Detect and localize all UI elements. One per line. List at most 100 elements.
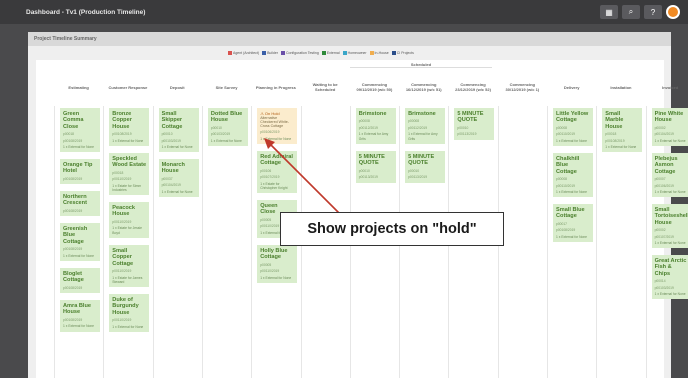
card-meta: 1 x External for None (63, 253, 94, 258)
column-header: Site Survey (215, 84, 238, 90)
project-card[interactable]: Plebejus Asmon Cottage p00007 p00106/2019 1… (651, 153, 688, 198)
card-meta: p00002 (654, 125, 666, 130)
card-meta: p00110/2019 (112, 318, 132, 323)
project-card[interactable]: Little Yellow Cottage p00008 p00110/2019 1 … (553, 108, 593, 146)
card-title: Northern Crescent (63, 194, 87, 207)
column-lane: Small Skipper Cottage p00010 p00103/2019 1 … (152, 106, 202, 378)
project-card[interactable]: Small Tortoiseshell House p00002 p00107/20… (651, 204, 688, 249)
card-title: Greenish Blue Cottage (63, 226, 88, 245)
card-meta: 1 x External for None (556, 234, 587, 239)
table-icon[interactable]: ▦ (600, 5, 618, 19)
project-card[interactable]: Orange Tip Hotel p00108/2019 (60, 159, 100, 185)
column-header: Commencing 09/12/2019 (w/c 50) (356, 82, 393, 92)
project-card[interactable]: Chalkhill Blue Cottage p00008 p00110/2019 1… (553, 153, 593, 198)
column-lane: Little Yellow Cottage p00008 p00110/2019 1 … (547, 106, 596, 378)
card-meta: p00110/2019 (556, 183, 576, 188)
project-card[interactable]: Peacock House p00110/2019 1 x Estate for J… (109, 202, 150, 238)
card-meta: p00112/2019 (408, 125, 428, 130)
column-header: Delivery (563, 84, 580, 90)
card-meta: p00017 (556, 221, 568, 226)
card-meta: p00106/2019 (260, 130, 280, 135)
column-header: Waiting to be Scheduled (312, 82, 338, 92)
search-icon[interactable]: ⌕ (622, 5, 640, 19)
card-meta: p00108/2019 (63, 208, 83, 213)
help-icon[interactable]: ? (644, 5, 662, 19)
card-title: Brimstone (358, 111, 387, 117)
card-meta: 1 x External for None (654, 241, 686, 246)
card-meta: 1 x External for None (556, 190, 587, 195)
column-lane: Bronze Copper House p00108/2019 1 x Extern… (103, 106, 152, 378)
project-card[interactable]: Small Marble House p00018 p00108/2019 1 x E… (602, 108, 643, 153)
card-meta: 1 x External for None (63, 145, 94, 150)
card-meta: p00014 (654, 279, 666, 284)
column-header: Installation (610, 84, 632, 90)
legend-label: External (326, 51, 340, 55)
card-meta: 1 x External for None (556, 138, 587, 143)
card-title: Pine White House (654, 111, 684, 124)
project-card[interactable]: Monarch House p00037 p00104/2019 1 x Extern… (158, 159, 199, 197)
card-meta: p00108/2019 (63, 247, 83, 252)
card-meta: p00113/2019 (457, 132, 477, 137)
project-card[interactable]: Holly Blue Cottage p00005 p00110/2019 1 x E… (257, 245, 298, 283)
card-title: Holly Blue Cottage (260, 248, 288, 261)
card-meta: p00110/2019 (556, 132, 576, 137)
legend-item: CI Projects (391, 51, 414, 56)
project-card[interactable]: Dotted Blue House p00010 p00103/2019 1 x Ex… (207, 108, 248, 146)
card-meta: p00113/2019 (358, 175, 378, 180)
card-meta: p00108/2019 (556, 228, 576, 233)
project-card[interactable]: Brimstone p00008 p00112/2019 1 x External f… (355, 108, 396, 144)
card-meta: p00108/2019 (605, 138, 625, 143)
project-card[interactable]: 5 MINUTE QUOTE p00010 p00113/2019 (355, 151, 396, 183)
card-title: Green Comma Close (63, 111, 84, 130)
project-card[interactable]: Speckled Wood Estate p00018 p00110/2019 1 x… (109, 153, 150, 196)
card-title: Orange Tip Hotel (63, 162, 93, 175)
project-card[interactable]: Duke of Burgundy House p00110/2019 1 x Ext… (109, 294, 150, 332)
project-card[interactable]: Small Skipper Cottage p00010 p00103/2019 1 … (158, 108, 199, 153)
project-card[interactable]: Northern Crescent p00108/2019 (60, 191, 100, 217)
app-topbar: Dashboard - Tv1 (Production Timeline) ▦ … (0, 0, 688, 24)
card-meta: 1 x External for None (63, 324, 94, 329)
card-meta: p00037 (161, 176, 173, 181)
project-card[interactable]: 5 MINUTE QUOTE p00010 p00113/2019 (405, 151, 446, 183)
card-meta: p00112/2019 (358, 125, 378, 130)
card-meta: p00007 (654, 177, 666, 182)
project-card[interactable]: Greenish Blue Cottage p00108/2019 1 x Exte… (60, 223, 100, 261)
card-meta: p00110/2019 (112, 177, 132, 182)
project-card[interactable]: Bloglet Cottage p00108/2019 (60, 268, 100, 294)
legend-item: Agent (Architect) (228, 51, 260, 56)
card-meta: 1 x External for None (654, 138, 686, 143)
legend-label: Agent (Architect) (233, 51, 260, 55)
card-meta: p00110/2019 (260, 269, 280, 274)
project-card[interactable]: Small Blue Cottage p00017 p00108/2019 1 x E… (553, 204, 593, 242)
project-card[interactable]: Brimstone p00008 p00112/2019 1 x External f… (405, 108, 446, 144)
card-meta: 1 x External for Amy Grits (408, 132, 438, 141)
card-meta: p00108/2019 (63, 138, 83, 143)
legend-label: Builder (267, 51, 278, 55)
card-title: Peacock House (112, 205, 135, 218)
card-title: Little Yellow Cottage (556, 111, 589, 124)
card-meta: p00104/2019 (654, 132, 674, 137)
card-meta: p00107/2019 (654, 234, 674, 239)
card-title: Small Tortoiseshell House (654, 207, 688, 226)
project-card[interactable]: Red Admiral Cottage p00106 p00107/2019 1 x … (257, 151, 298, 194)
card-meta: p00018 (112, 170, 124, 175)
card-meta: p00113/2019 (408, 175, 428, 180)
project-card[interactable]: Amra Blue House p00108/2019 1 x External f… (60, 300, 100, 332)
card-meta: p00018 (63, 132, 75, 137)
legend-swatch (342, 51, 347, 56)
project-card[interactable]: Pine White House p00002 p00104/2019 1 x Ext… (651, 108, 688, 146)
card-meta: 1 x External for None (260, 275, 292, 280)
card-title: Bronze Copper House (112, 111, 132, 130)
card-title: Bloglet Cottage (63, 271, 84, 284)
project-card[interactable]: Small Copper Cottage p00110/2019 1 x Estat… (109, 245, 150, 288)
project-card[interactable]: Bronze Copper House p00108/2019 1 x Extern… (109, 108, 150, 146)
user-avatar-icon[interactable] (666, 5, 680, 19)
project-card[interactable]: Great Arctic Fish & Chips p00014 p00103/20… (651, 255, 688, 300)
project-card[interactable]: 5 MINUTE QUOTE p00010 p00113/2019 (454, 108, 495, 140)
card-meta: 1 x External for None (654, 292, 686, 297)
column-header: Commencing 23/12/2019 (w/c 52) (455, 82, 491, 92)
legend-item: Homeowner (342, 51, 367, 56)
project-card[interactable]: Green Comma Close p00018 p00108/2019 1 x Ex… (60, 108, 100, 153)
project-card-on-hold[interactable]: ⚠ On Hold Alternative Checkered White-Cro… (257, 108, 298, 145)
card-title: Amra Blue House (63, 303, 91, 316)
